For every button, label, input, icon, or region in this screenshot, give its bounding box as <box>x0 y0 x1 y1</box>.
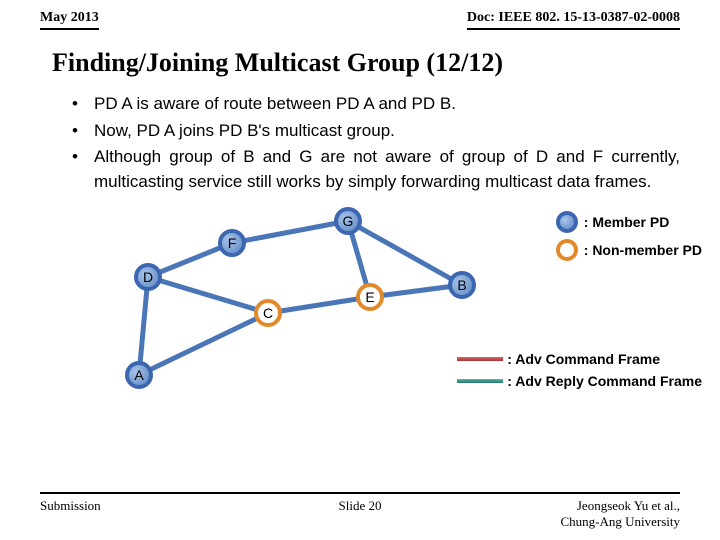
legend-member-label: : Member PD <box>584 214 670 230</box>
footer-author: Jeongseok Yu et al., <box>577 498 680 513</box>
header-doc: Doc: IEEE 802. 15-13-0387-02-0008 <box>467 10 680 30</box>
node-g: G <box>334 207 362 235</box>
legend-reply-label: : Adv Reply Command Frame <box>507 373 702 389</box>
bullet-item: Now, PD A joins PD B's multicast group. <box>72 119 680 144</box>
member-pd-icon <box>556 211 578 233</box>
footer-attribution: Jeongseok Yu et al., Chung-Ang Universit… <box>560 498 680 530</box>
bullet-list: PD A is aware of route between PD A and … <box>0 92 720 195</box>
legend-reply: : Adv Reply Command Frame <box>457 373 702 389</box>
cmd-line-icon <box>457 357 503 361</box>
footer-affil: Chung-Ang University <box>560 514 680 529</box>
header-date: May 2013 <box>40 10 99 30</box>
footer-left: Submission <box>40 498 101 530</box>
legend-member: : Member PD <box>556 211 702 233</box>
node-e: E <box>356 283 384 311</box>
legend-nonmember: : Non-member PD <box>556 239 702 261</box>
page-title: Finding/Joining Multicast Group (12/12) <box>0 30 720 92</box>
bullet-item: Although group of B and G are not aware … <box>72 145 680 194</box>
nonmember-pd-icon <box>556 239 578 261</box>
legend-nonmember-label: : Non-member PD <box>584 242 702 258</box>
legend-cmd-label: : Adv Command Frame <box>507 351 660 367</box>
legend-cmd: : Adv Command Frame <box>457 351 702 367</box>
network-diagram: A D F C G E B : Member PD : Non-member P… <box>0 203 720 413</box>
reply-line-icon <box>457 379 503 383</box>
bullet-item: PD A is aware of route between PD A and … <box>72 92 680 117</box>
node-b: B <box>448 271 476 299</box>
node-c: C <box>254 299 282 327</box>
node-d: D <box>134 263 162 291</box>
footer-slide: Slide 20 <box>339 498 382 514</box>
footer: Submission Slide 20 Jeongseok Yu et al.,… <box>0 492 720 530</box>
node-f: F <box>218 229 246 257</box>
node-a: A <box>125 361 153 389</box>
